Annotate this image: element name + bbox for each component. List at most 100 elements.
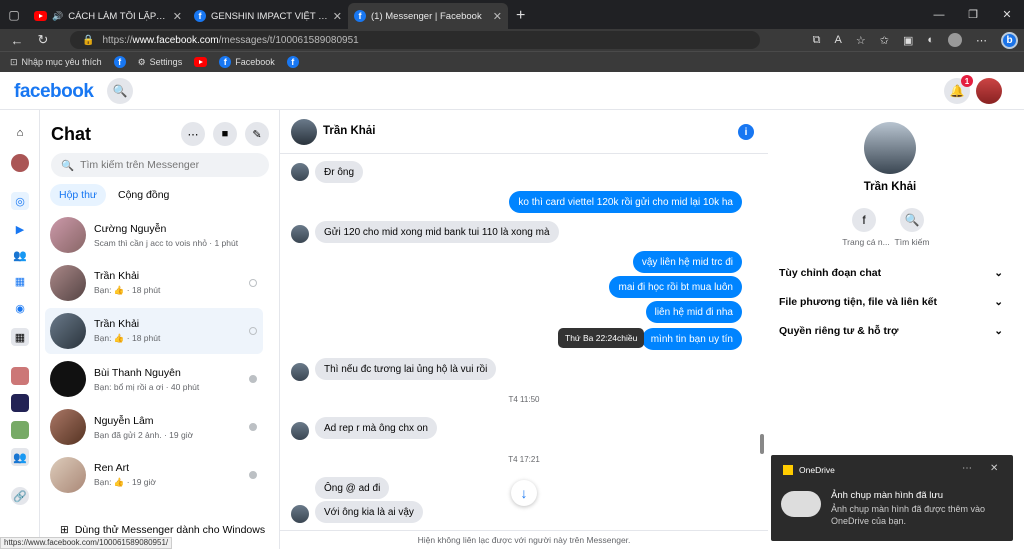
facebook-profile-icon[interactable]: f bbox=[852, 208, 876, 232]
groups-icon[interactable]: 👥 bbox=[11, 448, 29, 466]
tab-label: CÁCH LÀM TÔI LẬP BẤT - N bbox=[68, 10, 168, 22]
tab-community[interactable]: Cộng đồng bbox=[109, 184, 178, 206]
search-icon[interactable]: 🔍 bbox=[107, 78, 133, 104]
link-icon[interactable]: 🔗 bbox=[11, 487, 29, 505]
youtube-bookmark-icon[interactable] bbox=[194, 57, 208, 67]
message-bubble-in[interactable]: Ông @ ad đi bbox=[315, 477, 390, 499]
message-bubble-in[interactable]: Đr ông bbox=[315, 161, 364, 183]
search-icon[interactable]: 🔍 bbox=[900, 208, 924, 232]
close-tab-icon[interactable]: ✕ bbox=[493, 10, 502, 23]
message-bubble-in[interactable]: Gửi 120 cho mid xong mid bank tui 110 là… bbox=[315, 221, 559, 243]
close-tab-icon[interactable]: ✕ bbox=[333, 10, 342, 23]
contact-profile-photo[interactable] bbox=[864, 122, 916, 174]
profile-icon[interactable] bbox=[948, 33, 962, 47]
conversation-item[interactable]: Nguyễn Lâm Bạn đã gửi 2 ảnh. · 19 giờ bbox=[45, 404, 263, 450]
message-bubble-out[interactable]: mình tin bạn uy tín bbox=[641, 328, 742, 350]
browser-window: ▢ 🔊 CÁCH LÀM TÔI LẬP BẤT - N ✕ f GENSHIN… bbox=[0, 0, 1024, 549]
conversation-item[interactable]: Cường Nguyễn Scam thì cần j acc to vois n… bbox=[45, 212, 263, 258]
favorites-icon[interactable]: ✩ bbox=[880, 34, 889, 47]
conversation-preview: Bạn: bổ mị rồi a ơi · 40 phút bbox=[94, 381, 200, 392]
tab-actions-icon[interactable]: ▢ bbox=[0, 0, 28, 29]
conversation-preview: Bạn: 👍 · 18 phút bbox=[94, 333, 161, 343]
message-bubble-out[interactable]: liên hệ mid đi nha bbox=[645, 301, 742, 323]
bookmark-settings[interactable]: ⚙ Settings bbox=[138, 57, 183, 68]
facebook-bookmark-icon[interactable]: f bbox=[113, 56, 126, 68]
watch-icon[interactable]: ▶ bbox=[11, 220, 29, 238]
url-field[interactable]: 🔒 https://www.facebook.com/messages/t/10… bbox=[70, 31, 760, 49]
speaker-icon[interactable]: 🔊 bbox=[52, 11, 63, 22]
home-icon[interactable]: ⌂ bbox=[11, 124, 29, 142]
facebook-logo[interactable]: facebook bbox=[14, 81, 94, 103]
messenger-icon[interactable]: ◎ bbox=[11, 192, 29, 210]
lock-icon: 🔒 bbox=[82, 34, 95, 46]
bookmark-import[interactable]: ⊡ Nhập mục yêu thích bbox=[10, 57, 102, 68]
marketplace-icon[interactable]: ▦ bbox=[11, 272, 29, 290]
message-bubble-in[interactable]: Với ông kia là ai vậy bbox=[315, 501, 423, 523]
menu-grid-icon[interactable]: ▦ bbox=[11, 328, 29, 346]
search-input[interactable] bbox=[80, 159, 261, 171]
friends-icon[interactable]: 👥 bbox=[11, 246, 29, 264]
section-privacy[interactable]: Quyền riêng tư & hỗ trợ ⌄ bbox=[779, 325, 1003, 337]
maximize-icon[interactable]: ❐ bbox=[956, 0, 990, 29]
conversation-pane: Trần Khải i Đr ông ko thì card viettel 1… bbox=[280, 110, 768, 549]
options-icon[interactable]: ⋯ bbox=[181, 122, 205, 146]
open-app-icon[interactable]: ⧉ bbox=[813, 34, 821, 47]
close-tab-icon[interactable]: ✕ bbox=[173, 10, 182, 23]
tab-inbox[interactable]: Hộp thư bbox=[50, 184, 106, 206]
tab-1[interactable]: 🔊 CÁCH LÀM TÔI LẬP BẤT - N ✕ bbox=[28, 3, 188, 29]
new-message-icon[interactable]: ✎ bbox=[245, 122, 269, 146]
message-bubble-out[interactable]: ko thì card viettel 120k rồi gửi cho mid… bbox=[509, 191, 742, 213]
favorite-add-icon[interactable]: ☆ bbox=[856, 34, 866, 47]
bookmark-label: Nhập mục yêu thích bbox=[21, 57, 102, 67]
conversation-item[interactable]: Ren Art Bạn: 👍 · 19 giờ bbox=[45, 452, 263, 498]
facebook-icon: f bbox=[194, 10, 206, 22]
profile-avatar-icon[interactable] bbox=[11, 154, 29, 172]
message-bubble-in[interactable]: Ad rep r mà ông chx on bbox=[315, 417, 437, 439]
gaming-icon[interactable]: ◉ bbox=[11, 299, 29, 317]
conversation-name: Cường Nguyễn bbox=[94, 222, 167, 235]
tab-2[interactable]: f GENSHIN IMPACT VIỆT NAM TRA ✕ bbox=[188, 3, 348, 29]
minimize-icon[interactable]: — bbox=[922, 0, 956, 29]
more-icon[interactable]: ⋯ bbox=[962, 463, 972, 474]
try-messenger-windows[interactable]: ⊞ Dùng thử Messenger dành cho Windows bbox=[60, 524, 265, 536]
shortcut-icon[interactable] bbox=[11, 367, 29, 385]
account-avatar[interactable] bbox=[976, 78, 1002, 104]
close-icon[interactable]: ✕ bbox=[990, 463, 998, 474]
back-icon[interactable]: ← bbox=[4, 33, 30, 48]
info-icon[interactable]: i bbox=[738, 124, 754, 140]
new-tab-button[interactable]: + bbox=[508, 3, 533, 29]
sender-avatar bbox=[291, 505, 309, 523]
message-bubble-out[interactable]: vậy liên hệ mid trc đi bbox=[632, 251, 742, 273]
shortcut-icon[interactable] bbox=[11, 394, 29, 412]
contact-avatar[interactable] bbox=[291, 119, 317, 145]
more-icon[interactable]: ⋯ bbox=[976, 34, 987, 47]
section-media-files[interactable]: File phương tiện, file và liên kết ⌄ bbox=[779, 296, 1003, 308]
close-window-icon[interactable]: ✕ bbox=[990, 0, 1024, 29]
video-call-icon[interactable]: ■ bbox=[213, 122, 237, 146]
contact-name[interactable]: Trần Khải bbox=[323, 125, 375, 137]
conversation-item-selected[interactable]: Trần Khải Bạn: 👍 · 18 phút bbox=[45, 308, 263, 354]
conversation-item[interactable]: Trần Khải Bạn: 👍 · 18 phút bbox=[45, 260, 263, 306]
download-icon: ⊞ bbox=[60, 524, 69, 536]
extension-icon[interactable]: ◐ bbox=[927, 34, 934, 46]
scroll-down-arrow-icon[interactable]: ↓ bbox=[511, 480, 537, 506]
read-aloud-icon[interactable]: A bbox=[835, 34, 842, 46]
bookmark-facebook[interactable]: f Facebook bbox=[219, 56, 275, 68]
timestamp-tooltip: Thứ Ba 22:24chiều bbox=[558, 328, 645, 348]
bing-icon[interactable]: b bbox=[1001, 31, 1018, 49]
conversation-preview: Scam thì cần j acc to vois nhỏ · 1 phút bbox=[94, 237, 239, 248]
seen-indicator bbox=[249, 375, 257, 383]
tab-3-active[interactable]: f (1) Messenger | Facebook ✕ bbox=[348, 3, 508, 29]
refresh-icon[interactable]: ↻ bbox=[30, 32, 56, 48]
facebook-bookmark-icon[interactable]: f bbox=[286, 56, 299, 68]
collections-icon[interactable]: ▣ bbox=[903, 34, 913, 47]
shortcut-icon[interactable] bbox=[11, 421, 29, 439]
message-bubble-out[interactable]: mai đi học rồi bt mua luôn bbox=[609, 276, 742, 298]
facebook-icon: f bbox=[219, 56, 232, 68]
conversation-item[interactable]: Bùi Thanh Nguyên Bạn: bổ mị rồi a ơi · 40… bbox=[45, 356, 263, 402]
section-customize-chat[interactable]: Tùy chỉnh đoạn chat ⌄ bbox=[779, 267, 1003, 279]
onedrive-notification[interactable]: OneDrive ⋯ ✕ Ảnh chụp màn hình đã lưu Ản… bbox=[771, 455, 1013, 541]
conversation-scrollbar[interactable] bbox=[760, 434, 764, 454]
chevron-down-icon: ⌄ bbox=[994, 296, 1003, 308]
message-bubble-in[interactable]: Thì nếu đc tương lai ủng hộ là vui rồi bbox=[315, 358, 497, 380]
